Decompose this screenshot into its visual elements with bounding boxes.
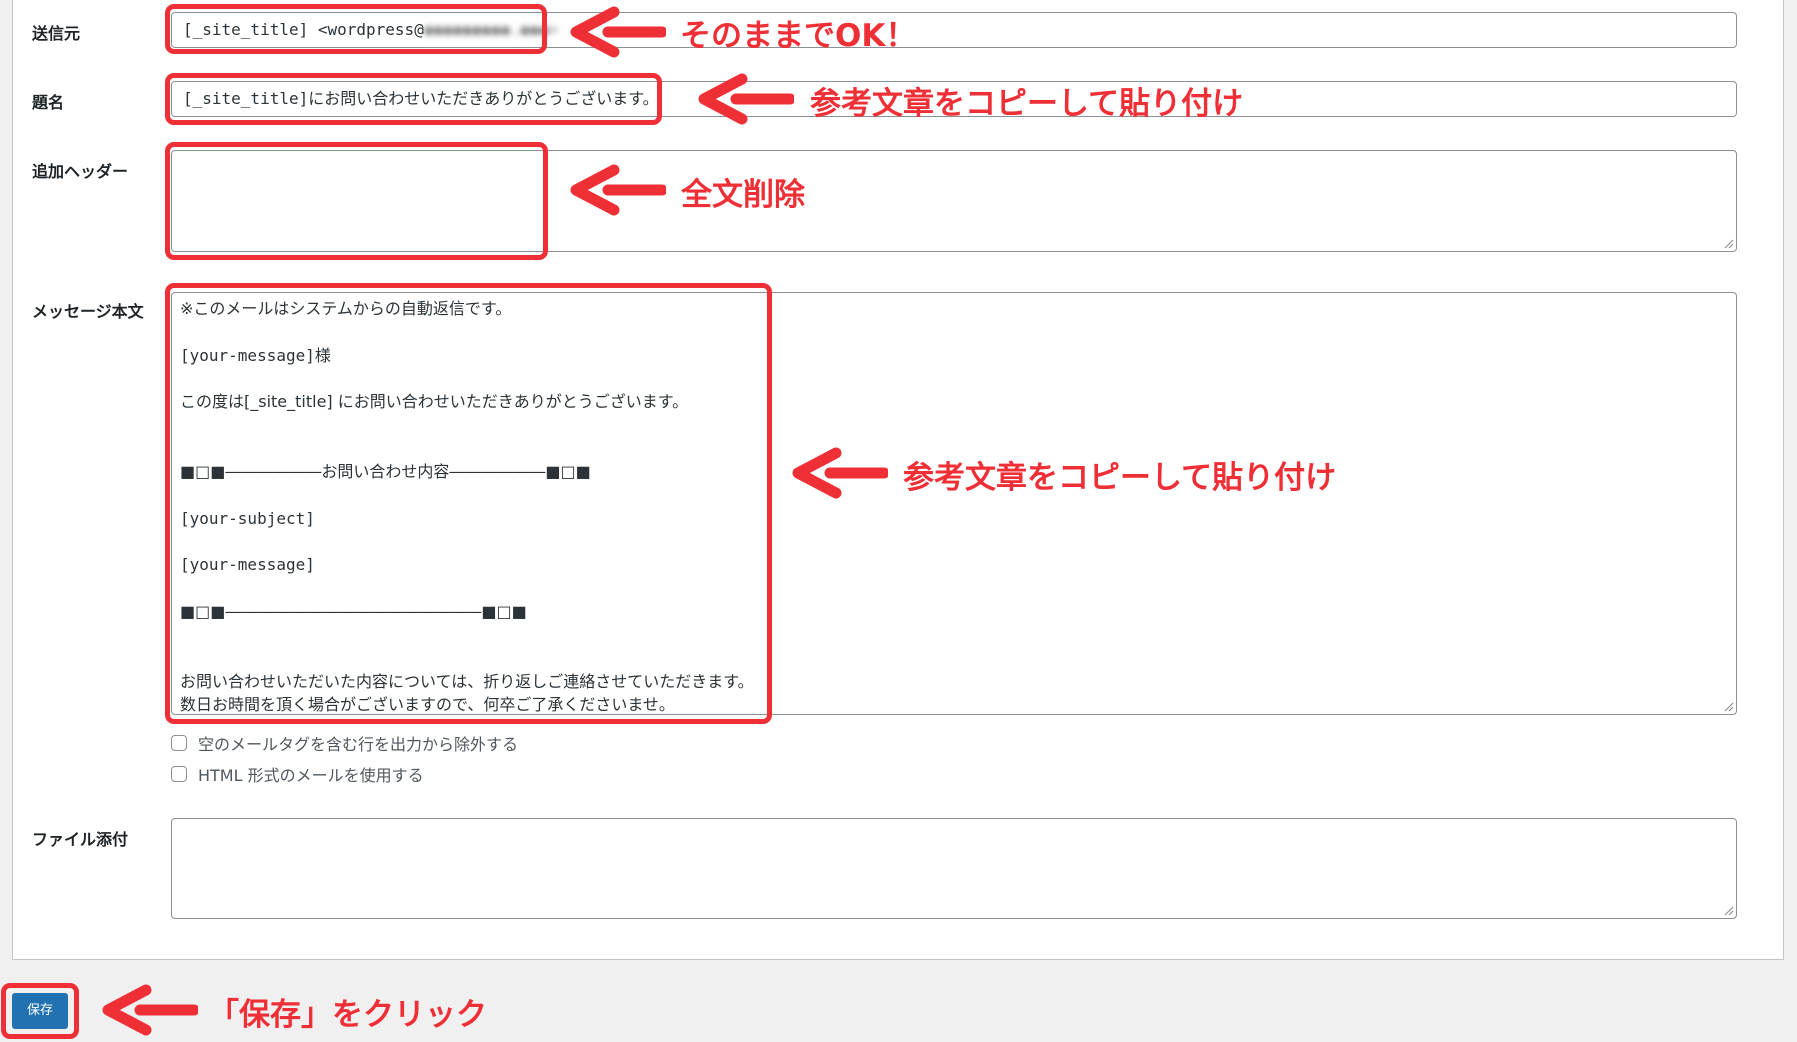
arrow-left-icon bbox=[792, 447, 888, 499]
headers-highlight-box bbox=[165, 142, 548, 260]
subject-note: 参考文章をコピーして貼り付け bbox=[810, 86, 1244, 122]
save-highlight-box bbox=[1, 983, 79, 1039]
use-html-row[interactable]: HTML 形式のメールを使用する bbox=[171, 762, 424, 786]
resize-grip-icon[interactable] bbox=[1722, 700, 1734, 712]
subject-label: 題名 bbox=[32, 93, 65, 112]
use-html-checkbox[interactable] bbox=[171, 766, 187, 782]
sender-highlight-box bbox=[165, 4, 547, 54]
resize-grip-icon[interactable] bbox=[1722, 237, 1734, 249]
exclude-blank-checkbox[interactable] bbox=[171, 735, 187, 751]
sender-note: そのままでOK！ bbox=[680, 18, 917, 54]
arrow-left-icon bbox=[698, 73, 794, 125]
headers-label: 追加ヘッダー bbox=[32, 162, 129, 181]
arrow-left-icon bbox=[570, 6, 666, 58]
attachments-label: ファイル添付 bbox=[32, 830, 129, 849]
exclude-blank-label: 空のメールタグを含む行を出力から除外する bbox=[198, 735, 519, 754]
headers-note: 全文削除 bbox=[681, 177, 805, 213]
resize-grip-icon[interactable] bbox=[1722, 904, 1734, 916]
arrow-left-icon bbox=[570, 164, 666, 216]
body-label: メッセージ本文 bbox=[32, 302, 144, 321]
use-html-label: HTML 形式のメールを使用する bbox=[198, 766, 424, 785]
subject-highlight-box bbox=[165, 73, 662, 125]
arrow-left-icon bbox=[102, 984, 198, 1036]
attachments-textarea[interactable] bbox=[171, 818, 1737, 919]
body-highlight-box bbox=[165, 283, 772, 724]
body-note: 参考文章をコピーして貼り付け bbox=[903, 460, 1337, 496]
save-note: 「保存」をクリック bbox=[208, 997, 487, 1033]
exclude-blank-row[interactable]: 空のメールタグを含む行を出力から除外する bbox=[171, 731, 518, 755]
sender-label: 送信元 bbox=[32, 24, 81, 43]
